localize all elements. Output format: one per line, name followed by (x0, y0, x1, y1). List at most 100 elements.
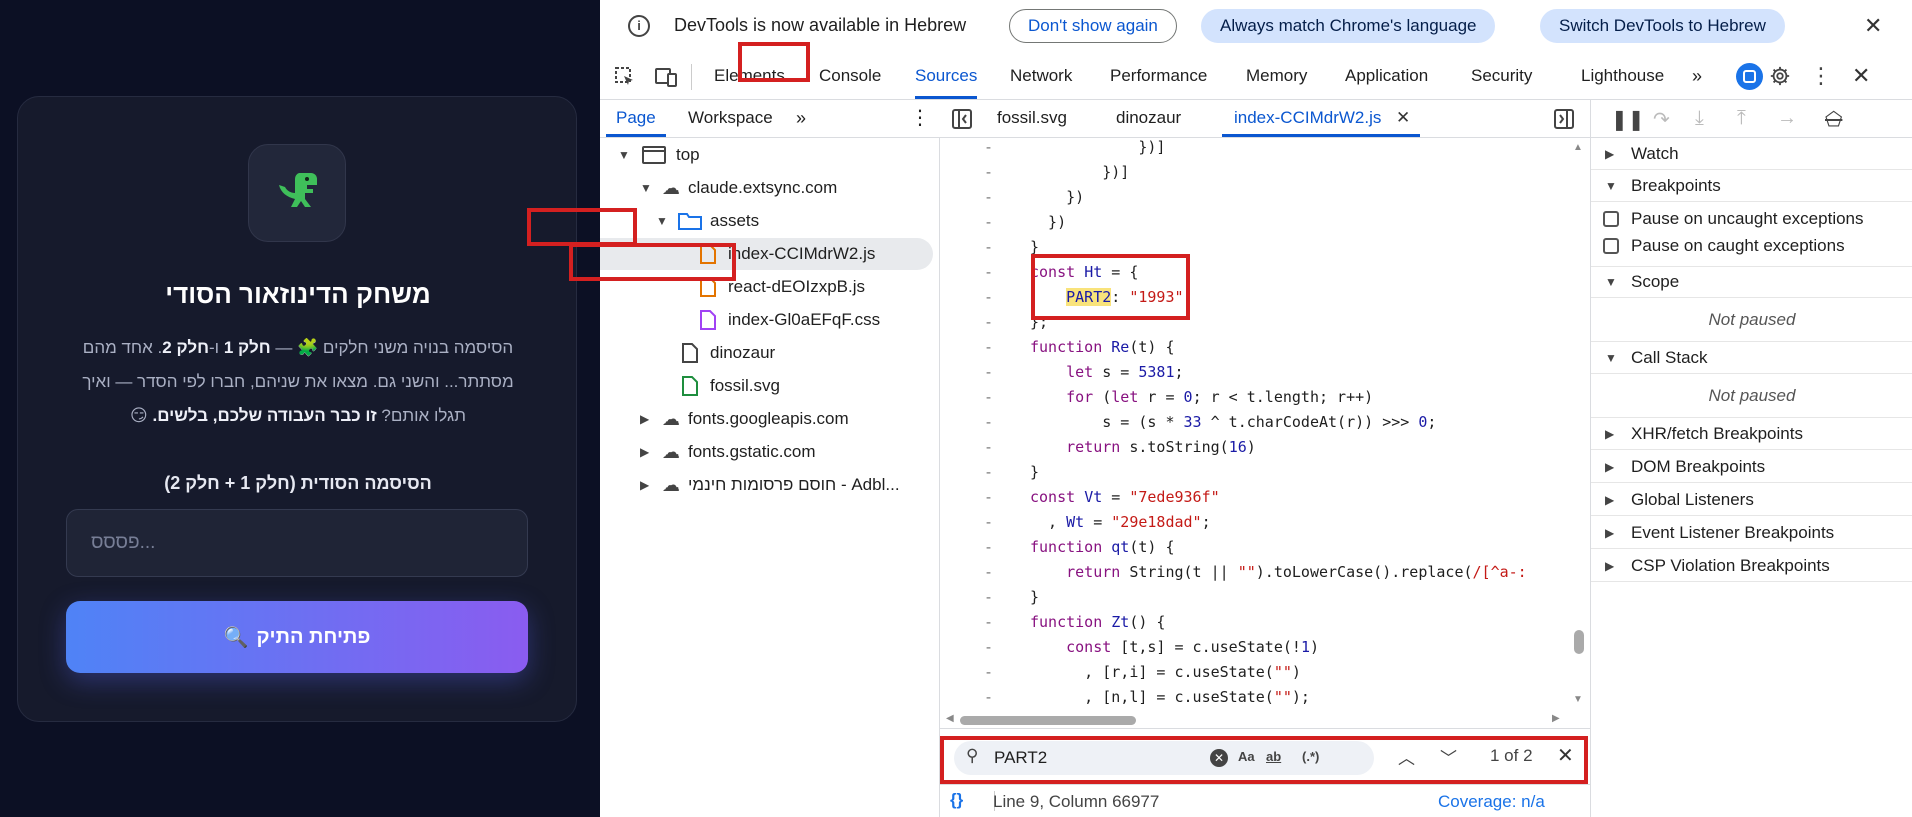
tree-item-adblock[interactable]: ▶ ☁ חוסם פרסומות חינמי - Adbl... (600, 469, 940, 501)
more-tabs-icon[interactable]: » (1692, 66, 1702, 87)
scroll-left-icon[interactable]: ◀ (946, 713, 954, 724)
tree-item-dinozaur[interactable]: dinozaur (600, 337, 940, 369)
section-global-listeners[interactable]: ▶ Global Listeners (1591, 484, 1912, 516)
infobar-text: DevTools is now available in Hebrew (674, 15, 967, 35)
tab-lighthouse[interactable]: Lighthouse (1581, 66, 1664, 86)
more-nav-tabs-icon[interactable]: » (796, 108, 806, 129)
password-input[interactable] (66, 509, 528, 577)
vertical-scrollbar[interactable]: ▲ ▼ (1570, 138, 1588, 728)
expand-arrow-icon[interactable]: ▼ (656, 214, 672, 228)
settings-gear-icon[interactable] (1769, 65, 1791, 87)
horizontal-scrollbar[interactable]: ◀ ▶ (940, 712, 1570, 728)
tree-item-assets[interactable]: ▼ assets (600, 205, 940, 237)
search-field[interactable]: ⚲ PART2 ✕ Aa ab (.*) (954, 741, 1374, 775)
navigator-menu-icon[interactable]: ⋮ (910, 105, 930, 130)
open-case-label: פתיחת התיק (256, 625, 371, 648)
ai-assistant-icon[interactable] (1736, 63, 1763, 90)
section-xhr-breakpoints[interactable]: ▶ XHR/fetch Breakpoints (1591, 418, 1912, 450)
tree-item-react-js[interactable]: react-dEOIzxpB.js (600, 271, 940, 303)
expanded-arrow-icon: ▼ (1605, 178, 1617, 193)
code-editor[interactable]: - })] - })] - }) - }) -} - const Ht = { -… (940, 138, 1590, 728)
tab-workspace[interactable]: Workspace (688, 108, 773, 128)
expanded-arrow-icon: ▼ (1605, 275, 1617, 289)
close-icon[interactable]: ✕ (1864, 13, 1882, 39)
toggle-debugger-icon[interactable] (1554, 109, 1574, 129)
expand-arrow-icon[interactable]: ▶ (640, 412, 656, 426)
section-csp-violation-breakpoints[interactable]: ▶ CSP Violation Breakpoints (1591, 550, 1912, 582)
collapsed-arrow-icon: ▶ (1605, 558, 1615, 573)
tab-security[interactable]: Security (1471, 66, 1532, 86)
dont-show-again-button[interactable]: Don't show again (1009, 9, 1177, 43)
checkbox-icon[interactable] (1603, 211, 1619, 227)
close-devtools-icon[interactable]: ✕ (1852, 63, 1870, 89)
pause-uncaught-checkbox[interactable]: Pause on uncaught exceptions (1591, 206, 1912, 232)
checkbox-icon[interactable] (1603, 238, 1619, 254)
expand-arrow-icon[interactable]: ▶ (640, 445, 656, 459)
tab-elements[interactable]: Elements (714, 66, 785, 86)
cloud-icon: ☁ (662, 474, 680, 495)
tab-page[interactable]: Page (616, 108, 656, 128)
inspect-element-icon[interactable] (614, 66, 636, 88)
tab-console[interactable]: Console (819, 66, 881, 86)
step-into-icon[interactable]: ⤓ (1695, 107, 1704, 130)
file-navigator: ▼ top ▼ ☁ claude.extsync.com ▼ assets in… (600, 138, 940, 817)
tree-item-index-js[interactable]: index-CCIMdrW2.js (600, 238, 933, 270)
editor-tab-index-js[interactable]: index-CCIMdrW2.js (1234, 108, 1381, 128)
step-over-icon[interactable]: ↷ (1653, 107, 1670, 132)
open-case-button[interactable]: 🔍 פתיחת התיק (66, 601, 528, 673)
toggle-navigator-icon[interactable] (952, 109, 972, 129)
folder-icon (678, 213, 702, 230)
section-call-stack[interactable]: ▼ Call Stack (1591, 342, 1912, 374)
deactivate-breakpoints-icon[interactable]: ⬠ (1825, 107, 1842, 132)
horizontal-scroll-thumb[interactable] (960, 716, 1136, 725)
device-toolbar-icon[interactable] (655, 66, 677, 88)
expand-arrow-icon[interactable]: ▼ (640, 181, 656, 195)
pause-icon[interactable]: ❚❚ (1611, 107, 1645, 132)
scroll-right-icon[interactable]: ▶ (1552, 713, 1560, 724)
tab-application[interactable]: Application (1345, 66, 1428, 86)
whole-word-toggle[interactable]: ab (1266, 749, 1281, 764)
document-icon (682, 343, 698, 363)
previous-match-icon[interactable]: ︿ (1398, 744, 1415, 769)
tree-item-top[interactable]: ▼ top (600, 139, 940, 171)
tab-network[interactable]: Network (1010, 66, 1072, 86)
tab-performance[interactable]: Performance (1110, 66, 1207, 86)
section-dom-breakpoints[interactable]: ▶ DOM Breakpoints (1591, 451, 1912, 483)
step-out-icon[interactable]: ⤒ (1737, 107, 1746, 130)
section-scope[interactable]: ▼ Scope (1591, 266, 1912, 298)
close-tab-icon[interactable]: ✕ (1396, 108, 1410, 128)
search-query[interactable]: PART2 (994, 748, 1047, 768)
tree-item-domain[interactable]: ▼ ☁ claude.extsync.com (600, 172, 940, 204)
always-match-language-button[interactable]: Always match Chrome's language (1201, 9, 1496, 43)
tab-memory[interactable]: Memory (1246, 66, 1307, 86)
more-options-icon[interactable]: ⋮ (1810, 63, 1832, 89)
expand-arrow-icon[interactable]: ▼ (618, 148, 634, 162)
tree-item-css[interactable]: index-Gl0aEFqF.css (600, 304, 940, 336)
match-case-toggle[interactable]: Aa (1238, 749, 1255, 764)
js-file-icon (700, 277, 716, 297)
frame-icon (642, 146, 666, 164)
close-search-icon[interactable]: ✕ (1557, 743, 1574, 768)
section-watch[interactable]: ▶ Watch (1591, 138, 1912, 170)
tree-item-fonts-gstatic[interactable]: ▶ ☁ fonts.gstatic.com (600, 436, 940, 468)
expand-arrow-icon[interactable]: ▶ (640, 478, 656, 492)
scroll-up-icon[interactable]: ▲ (1573, 142, 1583, 153)
step-icon[interactable]: → (1777, 107, 1797, 130)
debugger-toolbar: ❚❚ ↷ ⤓ ⤒ → ⬠ (1591, 100, 1912, 138)
editor-tab-dinozaur[interactable]: dinozaur (1116, 108, 1181, 128)
tree-item-fonts-googleapis[interactable]: ▶ ☁ fonts.googleapis.com (600, 403, 940, 435)
pause-caught-checkbox[interactable]: Pause on caught exceptions (1591, 233, 1912, 259)
section-event-listener-breakpoints[interactable]: ▶ Event Listener Breakpoints (1591, 517, 1912, 549)
editor-tab-fossil[interactable]: fossil.svg (997, 108, 1067, 128)
coverage-link[interactable]: Coverage: n/a (1438, 792, 1545, 812)
scroll-down-icon[interactable]: ▼ (1573, 694, 1583, 705)
tab-sources[interactable]: Sources (915, 66, 978, 99)
vertical-scroll-thumb[interactable] (1574, 630, 1584, 654)
section-breakpoints[interactable]: ▼ Breakpoints (1591, 170, 1912, 202)
clear-search-icon[interactable]: ✕ (1210, 749, 1228, 767)
switch-to-hebrew-button[interactable]: Switch DevTools to Hebrew (1540, 9, 1785, 43)
regex-toggle[interactable]: (.*) (1302, 749, 1319, 764)
pretty-print-icon[interactable]: {} (950, 790, 963, 810)
tree-item-fossil-svg[interactable]: fossil.svg (600, 370, 940, 402)
next-match-icon[interactable]: ﹀ (1440, 744, 1457, 769)
